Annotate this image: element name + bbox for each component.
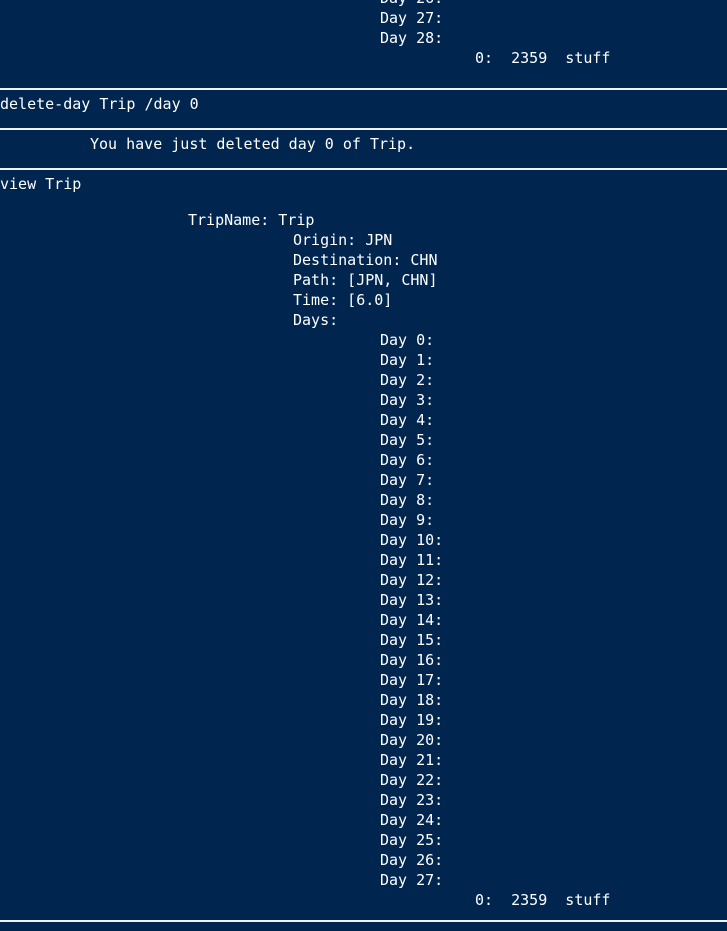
day-line: Day 22: (380, 771, 444, 789)
day-line: Day 28: (380, 29, 444, 47)
trip-field-line: Destination: CHN (293, 251, 438, 269)
day-line: Day 27: (380, 9, 444, 27)
day-line: Day 4: (380, 411, 435, 429)
trip-fields-list: Origin: JPN Destination: CHN Path: [JPN, C… (0, 230, 727, 330)
trip-field-line: Path: [JPN, CHN] (293, 271, 438, 289)
day-line-partial: Day 26: (0, 0, 727, 8)
command-input-line[interactable]: view Trip (0, 174, 727, 194)
day-line: Day 13: (380, 591, 444, 609)
day-line: Day 26: (380, 851, 444, 869)
day-line: Day 24: (380, 811, 444, 829)
day-line: Day 3: (380, 391, 435, 409)
trip-name-line: TripName: Trip (188, 211, 315, 229)
command-input-line[interactable]: delete-day Trip /day 0 (0, 94, 727, 114)
day-line: Day 19: (380, 711, 444, 729)
day-line: Day 16: (380, 651, 444, 669)
day-line: Day 23: (380, 791, 444, 809)
day-line: Day 17: (380, 671, 444, 689)
trip-field-line: Days: (293, 311, 339, 329)
day-line: Day 5: (380, 431, 435, 449)
trip-field-line: Time: [6.0] (293, 291, 393, 309)
previous-output-block: Day 26: Day 27: Day 28: 0: 2359 stuff (0, 0, 727, 88)
response-block-1: You have just deleted day 0 of Trip. (0, 130, 727, 168)
day-line: Day 20: (380, 731, 444, 749)
trip-field-line: Origin: JPN (293, 231, 393, 249)
bottom-partial-line: ... (0, 922, 727, 931)
day-line: Day 21: (380, 751, 444, 769)
day-line: Day 27: (380, 871, 444, 889)
day-line: Day 6: (380, 451, 435, 469)
trip-output-block: TripName: Trip Origin: JPN Destination: C… (0, 210, 727, 920)
day-line: Day 7: (380, 471, 435, 489)
command-block-1[interactable]: delete-day Trip /day 0 (0, 90, 727, 128)
command-block-2[interactable]: view Trip (0, 170, 727, 210)
day-line: Day 12: (380, 571, 444, 589)
day-line: Day 14: (380, 611, 444, 629)
day-line: Day 9: (380, 511, 435, 529)
event-line: 0: 2359 stuff (475, 49, 611, 67)
event-line: 0: 2359 stuff (475, 891, 611, 909)
trip-days-list: Day 0: Day 1: Day 2: Day 3: Day 4: Day 5: Day … (0, 330, 727, 890)
day-line: Day 8: (380, 491, 435, 509)
day-line: Day 15: (380, 631, 444, 649)
clipped-bottom-line: ... (0, 922, 727, 931)
day-line: Day 25: (380, 831, 444, 849)
terminal-window[interactable]: Day 26: Day 27: Day 28: 0: 2359 stuff de… (0, 0, 727, 931)
day-line: Day 10: (380, 531, 444, 549)
day-line: Day 18: (380, 691, 444, 709)
day-line: Day 1: (380, 351, 435, 369)
day-line: Day 0: (380, 331, 435, 349)
clipped-top-line: Day 26: (0, 0, 727, 8)
day-line: Day 2: (380, 371, 435, 389)
day-line: Day 11: (380, 551, 444, 569)
response-message: You have just deleted day 0 of Trip. (90, 135, 416, 153)
